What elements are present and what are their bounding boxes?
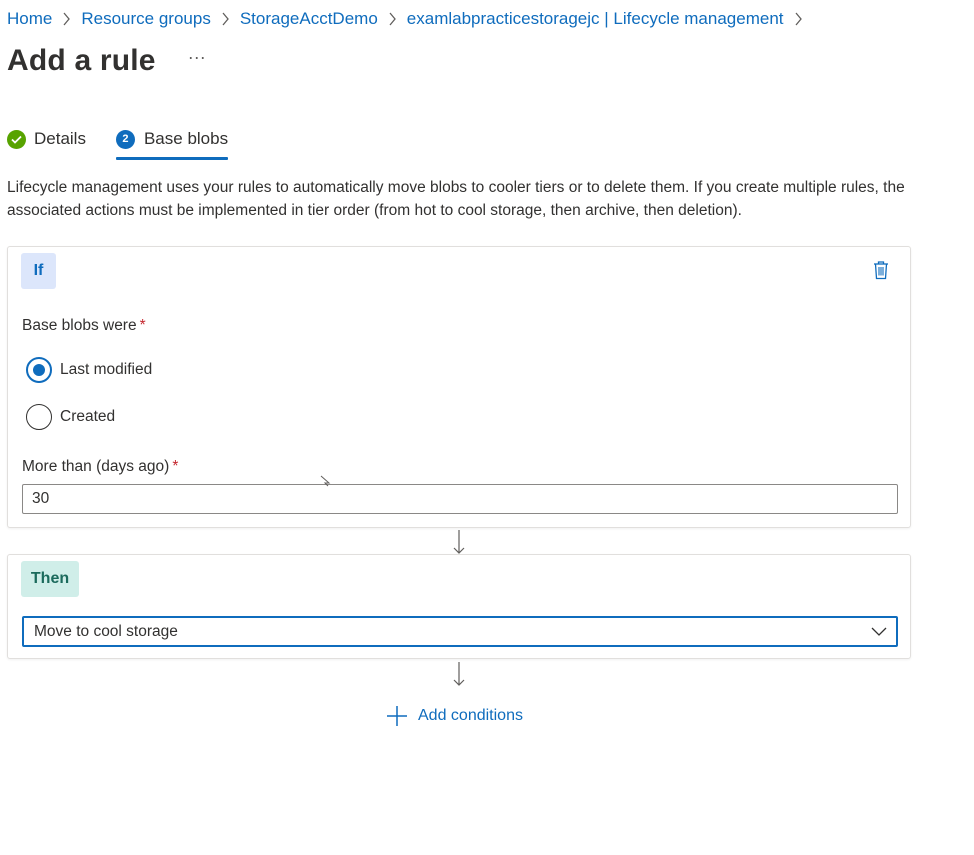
chevron-right-icon (62, 12, 71, 26)
radio-created[interactable]: Created (26, 404, 115, 430)
wizard-tabs: Details 2 Base blobs (7, 126, 229, 160)
then-action-card: Then Move to cool storage (7, 554, 911, 659)
radio-unchecked-icon (26, 404, 52, 430)
breadcrumb-resource-groups[interactable]: Resource groups (81, 9, 210, 29)
radio-last-modified-label: Last modified (60, 361, 153, 378)
breadcrumb: Home Resource groups StorageAcctDemo exa… (7, 9, 813, 29)
chevron-right-icon (388, 12, 397, 26)
days-ago-input[interactable] (22, 484, 898, 514)
add-conditions-label: Add conditions (418, 707, 523, 724)
description-text: Lifecycle management uses your rules to … (7, 179, 905, 219)
days-ago-label: More than (days ago) * (22, 458, 178, 476)
radio-created-label: Created (60, 408, 116, 425)
required-asterisk: * (172, 458, 179, 475)
days-ago-label-text: More than (days ago) (22, 458, 170, 475)
page-title: Add a rule (7, 44, 156, 77)
mouse-cursor-icon (320, 475, 331, 487)
required-asterisk: * (139, 317, 146, 334)
tab-details-label: Details (34, 129, 86, 148)
tab-base-blobs[interactable]: 2 Base blobs (115, 126, 229, 160)
add-rule-page: Home Resource groups StorageAcctDemo exa… (0, 0, 974, 855)
base-blobs-label-text: Base blobs were (22, 317, 137, 334)
chevron-down-icon (871, 627, 887, 636)
radio-last-modified[interactable]: Last modified (26, 357, 152, 383)
radio-checked-icon (26, 357, 52, 383)
chevron-right-icon (221, 12, 230, 26)
check-circle-icon (7, 129, 26, 149)
add-conditions-button[interactable]: Add conditions (386, 705, 523, 727)
base-blobs-label: Base blobs were * (22, 317, 146, 335)
step-number-badge: 2 (115, 129, 135, 149)
breadcrumb-lifecycle-management[interactable]: examlabpracticestoragejc | Lifecycle man… (407, 9, 784, 29)
more-options-button[interactable]: ··· (188, 48, 206, 66)
arrow-down-icon (453, 662, 465, 686)
if-badge: If (21, 253, 56, 289)
plus-icon (387, 706, 407, 726)
action-dropdown-value: Move to cool storage (34, 622, 178, 640)
arrow-down-icon (453, 530, 465, 554)
chevron-right-icon (794, 12, 803, 26)
then-badge: Then (21, 561, 79, 597)
breadcrumb-home[interactable]: Home (7, 9, 52, 29)
tab-details[interactable]: Details (7, 126, 86, 152)
trash-icon[interactable] (872, 260, 890, 280)
action-dropdown[interactable]: Move to cool storage (22, 616, 898, 647)
if-condition-card: If Base blobs were * Last modified Create… (7, 246, 911, 528)
title-row: Add a rule ··· (7, 44, 206, 78)
breadcrumb-storage-acct-demo[interactable]: StorageAcctDemo (240, 9, 378, 29)
tab-base-blobs-label: Base blobs (143, 129, 229, 148)
